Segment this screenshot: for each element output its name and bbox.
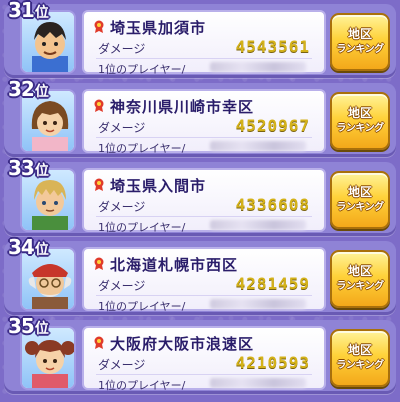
region-name: 北海道札幌市西区 (110, 256, 239, 274)
top-player-label: 1位のプレイヤー/ (98, 142, 186, 155)
ranking-info-panel: 大阪府大阪市浪速区 ダメージ 4210593 1位のプレイヤー/ (82, 326, 326, 392)
rank-number: 35位 (8, 314, 49, 338)
divider (96, 137, 312, 138)
medal-ribbon-icon (94, 257, 104, 270)
ranking-info-panel: 北海道札幌市西区 ダメージ 4281459 1位のプレイヤー/ (82, 247, 326, 313)
region-ranking-button[interactable]: 地区 ランキング (330, 13, 390, 71)
divider (96, 58, 312, 59)
damage-value: 4336608 (235, 195, 310, 214)
medal-ribbon-icon (94, 99, 104, 112)
ranking-info-panel: 埼玉県加須市 ダメージ 4543561 1位のプレイヤー/ (82, 10, 326, 76)
divider (96, 374, 312, 375)
region-ranking-button[interactable]: 地区 ランキング (330, 171, 390, 229)
damage-value: 4281459 (235, 274, 310, 293)
ranking-info-panel: 埼玉県入間市 ダメージ 4336608 1位のプレイヤー/ (82, 168, 326, 234)
region-ranking-button[interactable]: 地区 ランキング (330, 250, 390, 308)
ranking-row: 35位 大阪府大阪市浪速区 ダメージ 4210593 1位のプレイヤー/ 地区 … (4, 314, 396, 394)
blurred-player-name (210, 299, 306, 309)
top-player-label: 1位のプレイヤー/ (98, 379, 186, 392)
region-name: 大阪府大阪市浪速区 (110, 335, 255, 353)
medal-ribbon-icon (94, 20, 104, 33)
damage-label: ダメージ (98, 279, 146, 293)
damage-label: ダメージ (98, 42, 146, 56)
medal-ribbon-icon (94, 336, 104, 349)
top-player-label: 1位のプレイヤー/ (98, 300, 186, 313)
damage-label: ダメージ (98, 200, 146, 214)
top-player-label: 1位のプレイヤー/ (98, 63, 186, 76)
blurred-player-name (210, 220, 306, 230)
medal-ribbon-icon (94, 178, 104, 191)
damage-label: ダメージ (98, 358, 146, 372)
ranking-info-panel: 神奈川県川崎市幸区 ダメージ 4520967 1位のプレイヤー/ (82, 89, 326, 155)
region-name: 神奈川県川崎市幸区 (110, 98, 255, 116)
rank-number: 34位 (8, 235, 49, 259)
rank-number: 33位 (8, 156, 49, 180)
region-ranking-button[interactable]: 地区 ランキング (330, 329, 390, 387)
region-name: 埼玉県入間市 (110, 177, 207, 195)
region-name: 埼玉県加須市 (110, 19, 207, 37)
top-player-label: 1位のプレイヤー/ (98, 221, 186, 234)
ranking-row: 32位 神奈川県川崎市幸区 ダメージ 4520967 1位のプレイヤー/ 地区 … (4, 77, 396, 157)
ranking-row: 34位 北海道札幌市西区 ダメージ 4281459 1位のプレイヤー/ 地区 ラ… (4, 235, 396, 315)
blurred-player-name (210, 378, 306, 388)
divider (96, 295, 312, 296)
damage-value: 4520967 (235, 116, 310, 135)
damage-label: ダメージ (98, 121, 146, 135)
ranking-row: 31位 埼玉県加須市 ダメージ 4543561 1位のプレイヤー/ 地区 ランキ… (4, 0, 396, 78)
rank-number: 32位 (8, 77, 49, 101)
blurred-player-name (210, 62, 306, 72)
ranking-list: 31位 埼玉県加須市 ダメージ 4543561 1位のプレイヤー/ 地区 ランキ… (0, 0, 400, 402)
ranking-row: 33位 埼玉県入間市 ダメージ 4336608 1位のプレイヤー/ 地区 ランキ… (4, 156, 396, 236)
divider (96, 216, 312, 217)
damage-value: 4543561 (235, 37, 310, 56)
rank-number: 31位 (8, 0, 49, 22)
blurred-player-name (210, 141, 306, 151)
region-ranking-button[interactable]: 地区 ランキング (330, 92, 390, 150)
damage-value: 4210593 (235, 353, 310, 372)
